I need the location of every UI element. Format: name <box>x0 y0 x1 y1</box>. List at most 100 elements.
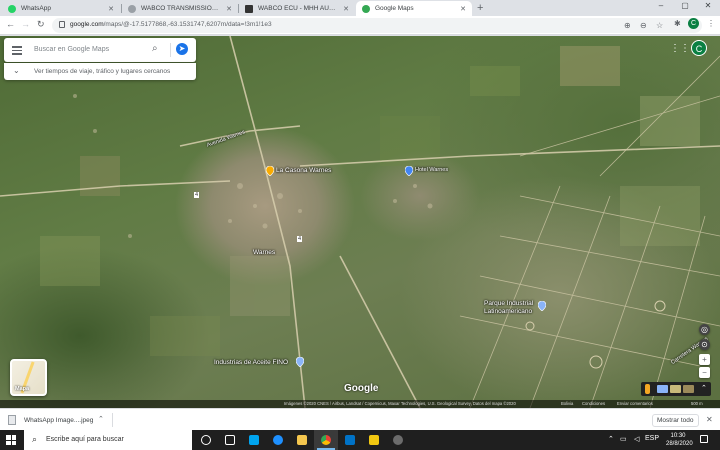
taskbar-search[interactable]: ⌕ Escribe aquí para buscar <box>24 430 192 450</box>
forward-button[interactable]: → <box>21 19 30 29</box>
url-path: /maps/@-17.5177868,-63.1531747,6207m/dat… <box>103 21 272 28</box>
search-icon: ⌕ <box>32 434 38 444</box>
show-all-button[interactable]: Mostrar todo <box>652 414 699 427</box>
volume-icon[interactable]: ◁ <box>634 435 639 443</box>
cortana-icon <box>201 435 211 445</box>
windows-start-icon[interactable] <box>6 435 16 445</box>
pegman-icon[interactable] <box>645 384 650 394</box>
imagery-thumbnail[interactable] <box>670 385 681 393</box>
language-indicator[interactable]: ESP <box>645 435 659 442</box>
layers-toggle[interactable]: Mapa <box>10 359 47 396</box>
tab-title: WABCO TRANSMISSION MODUL <box>141 5 222 12</box>
close-icon[interactable]: ✕ <box>108 5 114 13</box>
zoom-out-button[interactable]: − <box>699 367 710 378</box>
close-icon[interactable]: ✕ <box>706 415 713 424</box>
map-attribution: Imágenes ©2020 CNES / Airbus, Landsat / … <box>0 400 720 408</box>
download-item[interactable]: WhatsApp Image....jpeg <box>24 417 93 424</box>
app-icon <box>393 435 403 445</box>
taskbar-app-paint[interactable] <box>362 430 386 450</box>
clock-time: 10:30 <box>670 433 686 439</box>
back-button[interactable]: ← <box>6 19 15 29</box>
my-location-icon[interactable]: ⊙ <box>699 339 710 350</box>
hotel-pin-icon[interactable] <box>405 166 413 176</box>
task-view-button[interactable] <box>218 430 242 450</box>
taskbar-app-chrome[interactable] <box>314 430 338 450</box>
url-host: google.com <box>70 21 104 28</box>
extensions-icon[interactable]: ✱ <box>674 19 681 28</box>
place-label[interactable]: Hotel Warnes <box>415 167 448 173</box>
taskbar-app-store[interactable] <box>242 430 266 450</box>
town-label[interactable]: Warnes <box>253 249 275 256</box>
taskbar-app-edge[interactable] <box>266 430 290 450</box>
hamburger-menu-icon[interactable] <box>12 46 22 57</box>
directions-icon[interactable]: ➤ <box>176 43 188 55</box>
tab-google-maps[interactable]: Google Maps ✕ <box>356 1 472 16</box>
scale-label[interactable]: 500 m <box>691 401 703 406</box>
tab-strip: WhatsApp ✕ WABCO TRANSMISSION MODUL ✕ WA… <box>0 0 720 16</box>
install-icon[interactable]: ⊖ <box>640 21 647 30</box>
feedback-link[interactable]: Enviar comentarios <box>617 401 653 406</box>
taskbar-search-input[interactable]: Escribe aquí para buscar <box>46 436 124 443</box>
taskbar-app-explorer[interactable] <box>290 430 314 450</box>
satellite-map[interactable]: Buscar en Google Maps ⌕ ➤ ⌄ Ver tiempos … <box>0 36 720 408</box>
kebab-menu-icon[interactable]: ⋮ <box>707 19 715 28</box>
imagery-thumbnail[interactable] <box>657 385 668 393</box>
tab-whatsapp[interactable]: WhatsApp ✕ <box>2 1 120 16</box>
maps-pin-icon <box>362 4 370 13</box>
windows-taskbar: ⌕ Escribe aquí para buscar ⌃ ▭ ◁ ESP 10:… <box>0 430 720 450</box>
bookmark-star-icon[interactable]: ☆ <box>656 21 663 30</box>
cortana-button[interactable] <box>194 430 218 450</box>
system-clock[interactable]: 10:30 28/8/2020 <box>666 432 693 448</box>
chevron-up-icon[interactable]: ⌃ <box>98 415 104 423</box>
location-icon[interactable]: ⊕ <box>624 21 631 30</box>
travel-times-bar[interactable]: ⌄ Ver tiempos de viaje, tráfico y lugare… <box>4 63 196 80</box>
taskbar-app-misc[interactable] <box>386 430 410 450</box>
attribution-text: Imágenes ©2020 CNES / Airbus, Landsat / … <box>284 401 516 406</box>
taskbar-app-outlook[interactable] <box>338 430 362 450</box>
search-icon[interactable]: ⌕ <box>152 43 158 54</box>
place-label[interactable]: Industrias de Aceite FINO <box>214 359 288 366</box>
search-input[interactable]: Buscar en Google Maps <box>34 46 109 53</box>
close-icon[interactable]: ✕ <box>460 5 466 13</box>
lock-icon <box>59 21 65 28</box>
imagery-thumbnail[interactable] <box>683 385 694 393</box>
attribution-country[interactable]: Bolivia <box>561 401 573 406</box>
place-pin-icon[interactable] <box>296 357 304 367</box>
map-terrain <box>0 36 720 408</box>
browser-toolbar: ← → ↻ google.com/maps/@-17.5177868,-63.1… <box>0 16 720 35</box>
chevron-up-icon[interactable]: ⌃ <box>701 384 707 392</box>
close-icon[interactable]: ✕ <box>343 5 349 13</box>
maps-search-box: Buscar en Google Maps ⌕ ➤ <box>4 38 196 62</box>
store-icon <box>249 435 259 445</box>
url-text: google.com/maps/@-17.5177868,-63.1531747… <box>70 21 272 28</box>
zoom-in-button[interactable]: + <box>699 354 710 365</box>
profile-avatar[interactable]: C <box>688 18 699 29</box>
maximize-button[interactable]: ▢ <box>674 1 696 10</box>
google-icon <box>128 4 136 13</box>
close-window-button[interactable]: ✕ <box>697 1 719 10</box>
compass-icon[interactable]: ◎ <box>699 324 710 335</box>
place-pin-icon[interactable] <box>266 166 274 176</box>
new-tab-button[interactable]: + <box>477 2 483 14</box>
route-shield: 4 <box>194 192 200 198</box>
network-icon[interactable]: ▭ <box>620 435 627 443</box>
close-icon[interactable]: ✕ <box>226 5 232 13</box>
notifications-icon[interactable] <box>700 435 708 443</box>
mhh-icon <box>245 4 253 13</box>
people-icon[interactable]: ⌃ <box>608 435 614 443</box>
terms-link[interactable]: Condiciones <box>582 401 605 406</box>
minimize-button[interactable]: – <box>650 1 672 10</box>
whatsapp-icon <box>8 4 16 13</box>
tab-wabco-transmission[interactable]: WABCO TRANSMISSION MODUL ✕ <box>122 1 238 16</box>
place-label[interactable]: La Casona Warnes <box>276 167 331 174</box>
file-icon <box>8 415 16 425</box>
reload-button[interactable]: ↻ <box>37 19 45 30</box>
route-shield: 4 <box>297 236 303 242</box>
layers-label: Mapa <box>15 386 30 392</box>
place-label[interactable]: Parque Industrial Latinoamericano <box>484 300 540 316</box>
tab-wabco-ecu[interactable]: WABCO ECU - MHH AUTO - Pag ✕ <box>239 1 355 16</box>
tab-title: Google Maps <box>375 5 414 12</box>
maps-account-avatar[interactable]: C <box>691 40 707 56</box>
download-bar: WhatsApp Image....jpeg ⌃ Mostrar todo ✕ <box>0 408 720 430</box>
address-bar[interactable]: google.com/maps/@-17.5177868,-63.1531747… <box>52 18 702 33</box>
